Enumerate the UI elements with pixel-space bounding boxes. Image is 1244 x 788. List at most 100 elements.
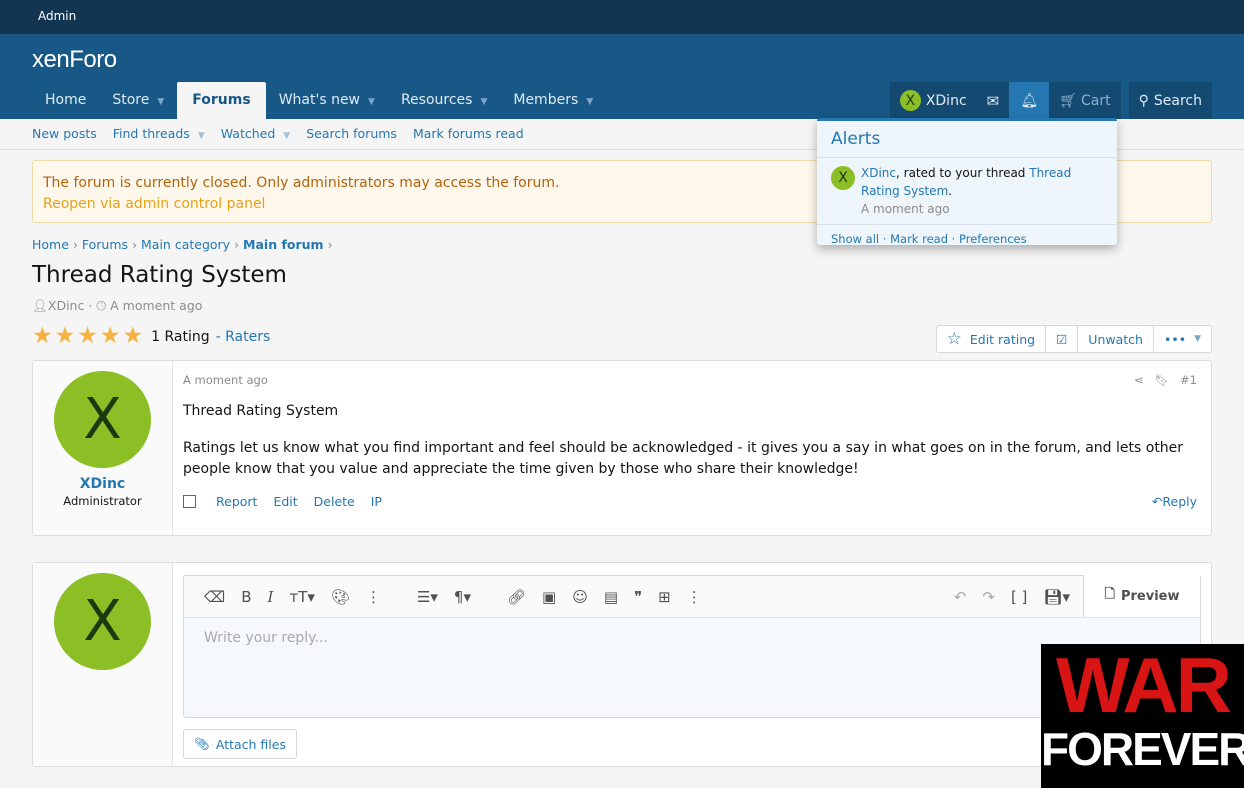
star-icon[interactable]: ★ — [32, 325, 53, 348]
share-icon[interactable]: ⋖ — [1134, 373, 1144, 387]
crumb-main-category[interactable]: Main category — [141, 237, 230, 252]
thread-rating: ★ ★ ★ ★ ★ 1 Rating - Raters — [32, 323, 271, 349]
post-username[interactable]: XDinc — [33, 476, 172, 492]
nav-forums[interactable]: Forums — [177, 82, 266, 119]
cart-label: Cart — [1081, 92, 1111, 109]
edit-rating-button[interactable]: ☆ Edit rating — [937, 326, 1045, 352]
new-posts-link[interactable]: New posts — [32, 126, 97, 149]
label: Watched — [220, 126, 276, 141]
post: X XDinc Administrator A moment ago ⋖ 🔖︎ … — [32, 360, 1212, 536]
thread-author[interactable]: XDinc — [48, 298, 84, 313]
cart-button[interactable]: 🛒︎ Cart — [1049, 82, 1121, 119]
avatar: X — [899, 90, 921, 111]
alert-item[interactable]: X XDinc, rated to your thread Thread Rat… — [817, 158, 1117, 224]
reply-link[interactable]: ↶Reply — [1152, 494, 1197, 509]
report-link[interactable]: Report — [216, 494, 257, 509]
raters-link[interactable]: Raters — [225, 329, 270, 345]
thread-time[interactable]: A moment ago — [110, 298, 202, 313]
post-user: X XDinc Administrator — [33, 361, 173, 535]
align-icon[interactable]: ☰▾ — [417, 588, 438, 606]
find-threads-link[interactable]: Find threads ▼ — [113, 126, 205, 149]
nav-resources[interactable]: Resources ▼ — [388, 82, 500, 119]
watched-link[interactable]: Watched ▼ — [221, 126, 290, 149]
select-checkbox[interactable]: ☑ — [1045, 326, 1077, 352]
alert-user[interactable]: XDinc — [861, 166, 896, 180]
link-icon[interactable]: 🔗︎ — [507, 588, 526, 606]
select-checkbox[interactable] — [183, 495, 196, 508]
account-button[interactable]: X XDinc — [889, 82, 977, 119]
more-vertical-icon[interactable]: ⋮ — [687, 588, 702, 606]
post-number[interactable]: #1 — [1180, 373, 1197, 387]
edit-link[interactable]: Edit — [273, 494, 297, 509]
drafts-icon[interactable]: 💾︎▾ — [1043, 588, 1070, 606]
bookmark-icon[interactable]: 🔖︎ — [1154, 373, 1169, 387]
ip-link[interactable]: IP — [371, 494, 382, 509]
caret-down-icon[interactable]: ▼ — [480, 97, 487, 107]
bbcode-icon[interactable]: [ ] — [1011, 588, 1027, 606]
avatar[interactable]: X — [54, 371, 151, 468]
crumb-forums[interactable]: Forums — [82, 237, 128, 252]
bold-icon[interactable]: B — [241, 588, 251, 606]
reply-user: X — [33, 563, 173, 766]
quote-icon[interactable]: ❞ — [634, 588, 642, 606]
delete-link[interactable]: Delete — [314, 494, 355, 509]
mark-read-link[interactable]: Mark read — [890, 232, 948, 246]
reply-icon: ↶ — [1151, 494, 1163, 509]
page-title: Thread Rating System — [32, 262, 287, 288]
star-icon[interactable]: ★ — [77, 325, 98, 348]
star-icon[interactable]: ★ — [123, 325, 144, 348]
caret-down-icon[interactable]: ▼ — [283, 131, 290, 141]
star-outline-icon: ☆ — [946, 329, 962, 349]
reopen-link[interactable]: Reopen via admin control panel — [43, 196, 265, 212]
italic-icon[interactable]: I — [268, 588, 274, 606]
show-all-link[interactable]: Show all — [831, 232, 879, 246]
rating-count: 1 Rating — [151, 328, 210, 345]
redo-icon[interactable]: ↷ — [982, 588, 995, 606]
post-time[interactable]: A moment ago — [183, 373, 1201, 387]
star-icon[interactable]: ★ — [100, 325, 121, 348]
preferences-link[interactable]: Preferences — [959, 232, 1027, 246]
text-size-icon[interactable]: тT▾ — [289, 588, 314, 606]
post-text: Ratings let us know what you find import… — [183, 440, 1184, 477]
image-icon[interactable]: ▣ — [542, 588, 556, 606]
nav-home[interactable]: Home — [32, 82, 99, 119]
unwatch-button[interactable]: Unwatch — [1077, 326, 1153, 352]
nav-whats-new[interactable]: What's new ▼ — [266, 82, 388, 119]
preview-button[interactable]: 🗋︎ Preview — [1083, 575, 1200, 617]
crumb-main-forum[interactable]: Main forum — [243, 237, 324, 252]
caret-down-icon[interactable]: ▼ — [157, 97, 164, 107]
media-icon[interactable]: ▤ — [604, 588, 618, 606]
palette-icon[interactable]: 🎨︎ — [331, 588, 350, 606]
nav-members[interactable]: Members ▼ — [500, 82, 606, 119]
avatar: X — [54, 573, 151, 670]
caret-down-icon[interactable]: ▼ — [198, 131, 205, 141]
thread-meta: 👤︎XDinc · 🕓︎ A moment ago — [32, 298, 203, 313]
undo-icon[interactable]: ↶ — [954, 588, 967, 606]
alerts-title: Alerts — [817, 121, 1117, 158]
nav-label: Forums — [192, 92, 251, 108]
user-title: Administrator — [63, 494, 142, 508]
eraser-icon[interactable]: ⌫ — [204, 588, 225, 606]
attach-files-button[interactable]: 📎︎ Attach files — [183, 729, 297, 759]
logo[interactable]: xenForo — [32, 46, 117, 74]
more-button[interactable]: ••• ▼ — [1152, 326, 1211, 352]
caret-down-icon[interactable]: ▼ — [368, 97, 375, 107]
table-icon[interactable]: ⊞ — [658, 588, 671, 606]
inbox-button[interactable]: ✉ — [976, 82, 1010, 119]
smiley-icon[interactable]: ☺ — [572, 588, 588, 606]
admin-link[interactable]: Admin — [38, 9, 76, 23]
crumb-home[interactable]: Home — [32, 237, 69, 252]
mark-forums-read-link[interactable]: Mark forums read — [413, 126, 524, 149]
header: xenForo Home Store ▼ Forums What's new ▼ R… — [0, 34, 1244, 119]
label: Reply — [1162, 494, 1197, 509]
paragraph-icon[interactable]: ¶▾ — [454, 588, 471, 606]
nav-store[interactable]: Store ▼ — [99, 82, 177, 119]
alerts-button[interactable]: 🔔︎ — [1009, 82, 1050, 119]
more-vertical-icon[interactable]: ⋮ — [366, 588, 381, 606]
search-forums-link[interactable]: Search forums — [306, 126, 397, 149]
user-icon: 👤︎ — [32, 298, 48, 313]
star-icon[interactable]: ★ — [55, 325, 76, 348]
search-icon: ⚲ — [1138, 92, 1149, 109]
caret-down-icon[interactable]: ▼ — [586, 97, 593, 107]
search-button[interactable]: ⚲ Search — [1128, 82, 1212, 119]
